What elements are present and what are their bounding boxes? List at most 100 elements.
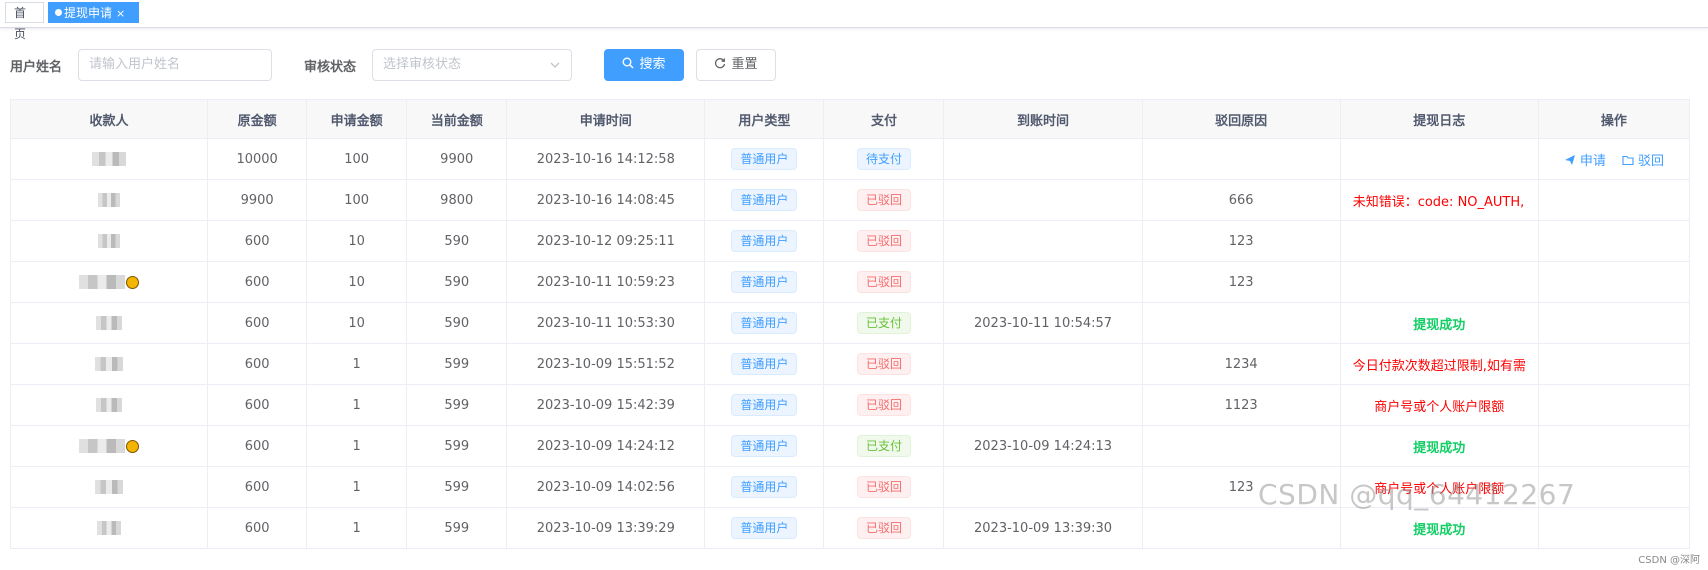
reject-action[interactable]: 驳回 [1622,154,1664,169]
apply-time: 2023-10-16 14:08:45 [506,179,706,221]
blurred-avatar [96,398,123,412]
payment-cell: 已驳回 [823,220,945,262]
header-withdraw-log: 提现日志 [1339,99,1539,139]
withdraw-log: 今日付款次数超过限制,如有需 [1339,343,1539,385]
withdraw-log: 商户号或个人账户限额 [1339,384,1539,426]
apply-action[interactable]: 申请 [1564,154,1606,169]
status-select-input[interactable] [383,50,561,79]
table-row: 9900 100 9800 2023-10-16 14:08:45 普通用户 已… [9,179,1691,221]
arrive-time [943,220,1143,262]
user-type-cell: 普通用户 [704,466,825,508]
header-original-amount: 原金额 [207,99,308,139]
username-input[interactable] [89,50,261,79]
reject-reason [1141,138,1341,180]
user-type-cell: 普通用户 [704,343,825,385]
original-amount: 600 [207,507,308,549]
current-amount: 599 [406,466,508,508]
original-amount: 600 [207,302,308,344]
actions-cell [1537,179,1691,221]
original-amount: 600 [207,220,308,262]
emoji-icon [126,275,140,289]
blurred-avatar [95,357,124,371]
user-type-cell: 普通用户 [704,425,825,467]
user-type-cell: 普通用户 [704,384,825,426]
actions-cell [1537,261,1691,303]
actions-cell [1537,302,1691,344]
header-apply-time: 申请时间 [506,99,706,139]
payee-cell [9,384,209,426]
table-row: 600 1 599 2023-10-09 14:24:12 普通用户 已支付 2… [9,425,1691,467]
tag-home[interactable]: 首页 [5,2,44,41]
apply-time: 2023-10-12 09:25:11 [506,220,706,262]
reject-reason: 1123 [1141,384,1341,426]
withdraw-log: 未知错误：code: NO_AUTH, [1339,179,1539,221]
current-amount: 9900 [406,138,508,180]
current-amount: 599 [406,343,508,385]
current-amount: 9800 [406,179,508,221]
status-select[interactable] [372,49,572,81]
apply-time: 2023-10-11 10:53:30 [506,302,706,344]
user-type-cell: 普通用户 [704,179,825,221]
payment-status-badge: 已驳回 [856,394,911,416]
reset-button[interactable]: 重置 [696,49,776,81]
header-payment: 支付 [823,99,945,139]
withdraw-log [1339,261,1539,303]
table-row: 600 1 599 2023-10-09 13:39:29 普通用户 已驳回 2… [9,507,1691,549]
search-icon [622,57,634,72]
chevron-down-icon [549,50,561,91]
header-payee: 收款人 [9,99,209,139]
apply-time: 2023-10-09 14:24:12 [506,425,706,467]
header-actions: 操作 [1537,99,1691,139]
payee-cell [9,179,209,221]
reject-reason [1141,302,1341,344]
payee-cell [9,466,209,508]
actions-cell [1537,507,1691,549]
table-row: 600 10 590 2023-10-12 09:25:11 普通用户 已驳回 … [9,220,1691,262]
search-button[interactable]: 搜索 [604,49,684,81]
send-icon [1564,154,1575,165]
table-row: 600 10 590 2023-10-11 10:53:30 普通用户 已支付 … [9,302,1691,344]
tag-label: 提现申请 [64,6,113,20]
table-row: 600 1 599 2023-10-09 15:51:52 普通用户 已驳回 1… [9,343,1691,385]
blurred-avatar [98,193,121,207]
payment-cell: 已驳回 [823,466,945,508]
apply-time: 2023-10-09 15:51:52 [506,343,706,385]
actions-cell [1537,343,1691,385]
arrive-time: 2023-10-09 14:24:13 [943,425,1143,467]
payment-cell: 已支付 [823,302,945,344]
payment-cell: 待支付 [823,138,945,180]
original-amount: 9900 [207,179,308,221]
reject-reason [1141,425,1341,467]
current-amount: 599 [406,425,508,467]
user-type-badge: 普通用户 [731,271,798,293]
apply-time: 2023-10-16 14:12:58 [506,138,706,180]
arrive-time [943,179,1143,221]
table-row: 600 1 599 2023-10-09 15:42:39 普通用户 已驳回 1… [9,384,1691,426]
payment-status-badge: 已支付 [856,312,911,334]
apply-action-label: 申请 [1579,153,1606,169]
original-amount: 600 [207,425,308,467]
search-button-label: 搜索 [639,57,666,72]
close-icon[interactable]: × [116,7,125,20]
tag-withdraw-apply[interactable]: 提现申请 × [48,2,139,23]
user-type-badge: 普通用户 [731,230,798,252]
header-reject-reason: 驳回原因 [1141,99,1341,139]
user-type-cell: 普通用户 [704,302,825,344]
original-amount: 600 [207,343,308,385]
blurred-avatar [79,275,126,289]
user-type-badge: 普通用户 [731,148,798,170]
apply-amount: 1 [306,466,408,508]
payee-cell [9,220,209,262]
folder-icon [1622,155,1634,165]
original-amount: 600 [207,384,308,426]
refresh-icon [714,57,726,72]
payment-cell: 已驳回 [823,343,945,385]
payment-cell: 已驳回 [823,384,945,426]
payee-cell [9,425,209,467]
user-type-badge: 普通用户 [731,394,798,416]
arrive-time [943,138,1143,180]
payment-status-badge: 已驳回 [856,353,911,375]
current-amount: 590 [406,261,508,303]
user-type-badge: 普通用户 [731,312,798,334]
withdraw-log: 提现成功 [1339,302,1539,344]
